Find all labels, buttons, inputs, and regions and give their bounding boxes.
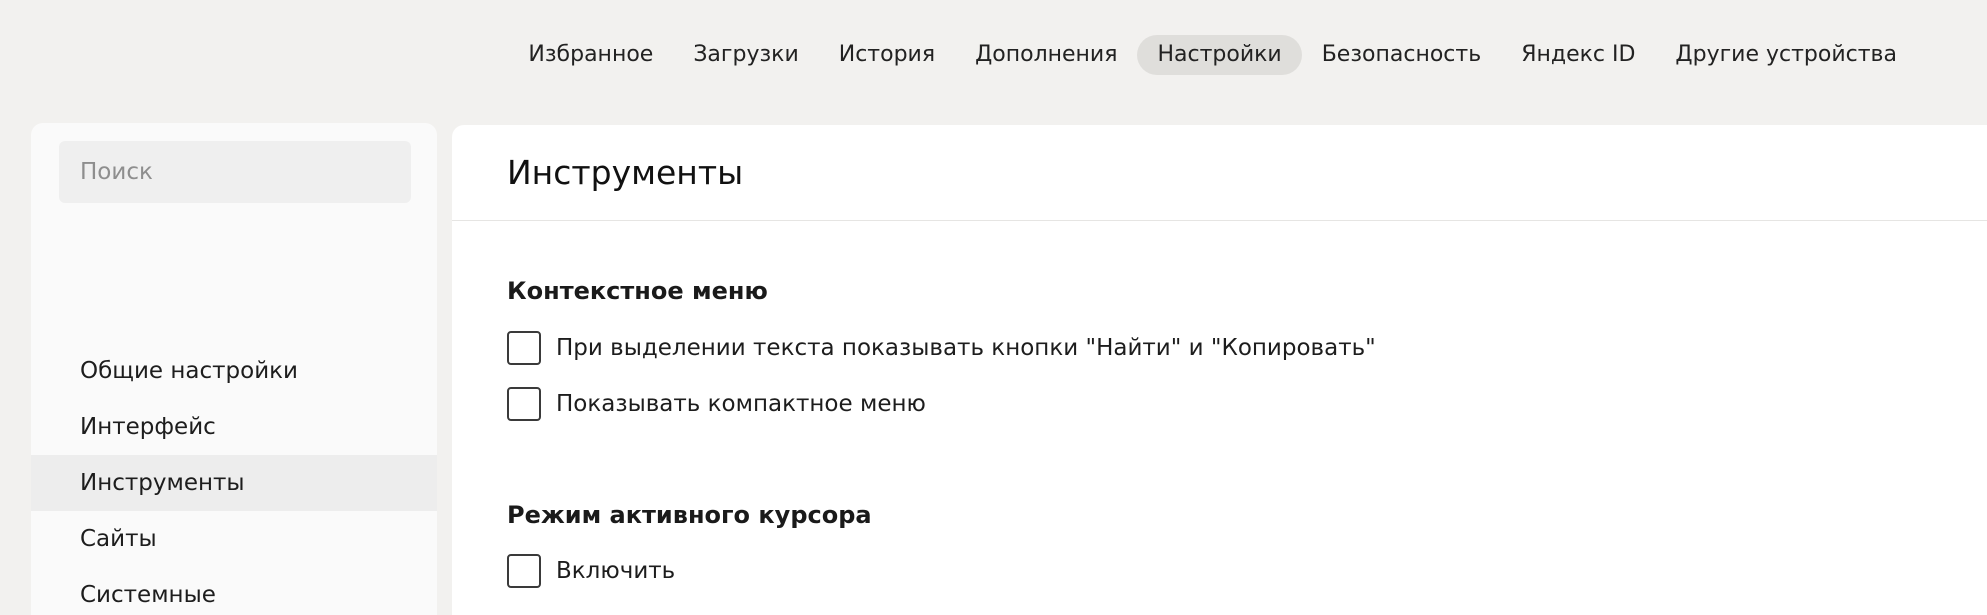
sidebar-item-sites[interactable]: Сайты: [31, 511, 437, 567]
sidebar-menu: Общие настройки Интерфейс Инструменты Са…: [31, 343, 437, 615]
section-title-active-cursor: Режим активного курсора: [507, 501, 872, 529]
section-title-context-menu: Контекстное меню: [507, 277, 768, 305]
top-navigation: Избранное Загрузки История Дополнения На…: [508, 35, 1917, 75]
checkbox[interactable]: [507, 331, 541, 365]
tab-favorites[interactable]: Избранное: [508, 35, 673, 75]
sidebar-item-interface[interactable]: Интерфейс: [31, 399, 437, 455]
settings-sidebar: Общие настройки Интерфейс Инструменты Са…: [31, 123, 437, 615]
page-title: Инструменты: [507, 153, 744, 192]
search-input[interactable]: [59, 141, 411, 203]
tab-history[interactable]: История: [819, 35, 955, 75]
tab-downloads[interactable]: Загрузки: [673, 35, 818, 75]
checkbox[interactable]: [507, 554, 541, 588]
title-divider: [452, 220, 1987, 221]
sidebar-item-system[interactable]: Системные: [31, 567, 437, 615]
sidebar-item-general[interactable]: Общие настройки: [31, 343, 437, 399]
tab-security[interactable]: Безопасность: [1302, 35, 1501, 75]
tab-settings[interactable]: Настройки: [1137, 35, 1302, 75]
option-show-find-copy-buttons[interactable]: При выделении текста показывать кнопки "…: [507, 331, 1376, 365]
checkbox[interactable]: [507, 387, 541, 421]
settings-page: Избранное Загрузки История Дополнения На…: [0, 0, 1987, 615]
option-enable-active-cursor[interactable]: Включить: [507, 554, 675, 588]
option-label: При выделении текста показывать кнопки "…: [556, 335, 1376, 361]
tab-other-devices[interactable]: Другие устройства: [1655, 35, 1917, 75]
tab-extensions[interactable]: Дополнения: [955, 35, 1137, 75]
option-label: Включить: [556, 558, 676, 584]
option-label: Показывать компактное меню: [556, 391, 926, 417]
sidebar-item-tools[interactable]: Инструменты: [31, 455, 437, 511]
settings-content: Инструменты Контекстное меню При выделен…: [452, 125, 1987, 615]
option-compact-menu[interactable]: Показывать компактное меню: [507, 387, 926, 421]
tab-yandex-id[interactable]: Яндекс ID: [1501, 35, 1655, 75]
